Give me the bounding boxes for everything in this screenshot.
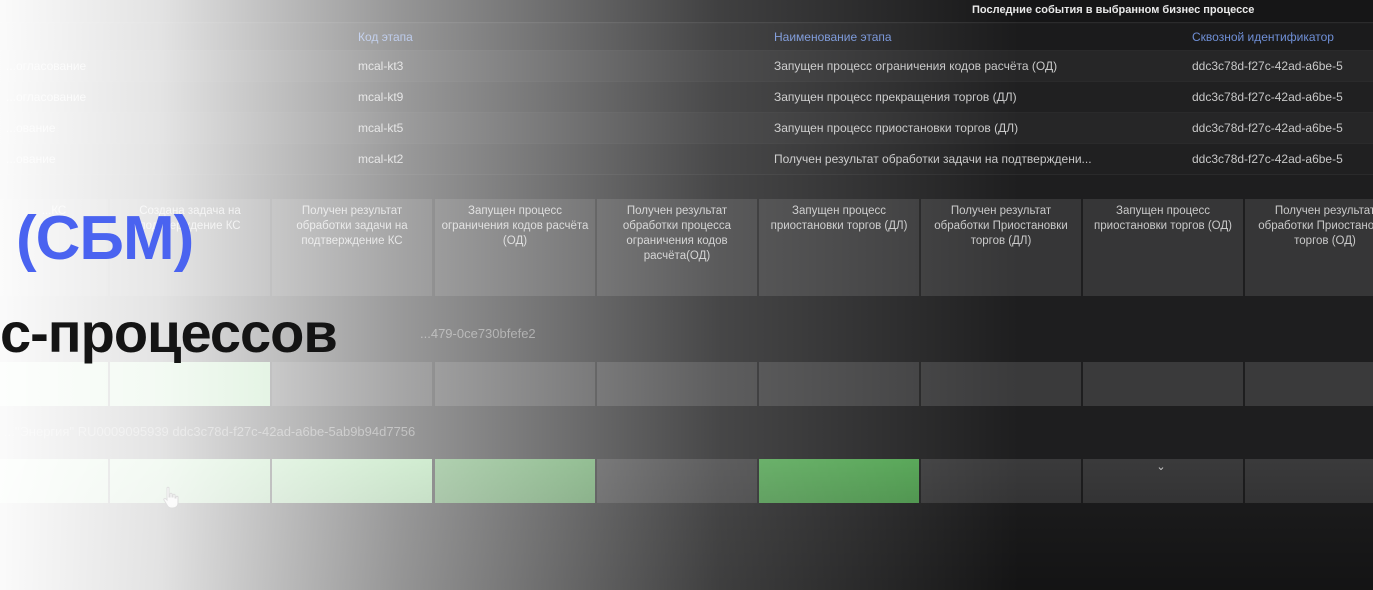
event-name-cell: Получен результат обработки задачи на по…: [768, 143, 1186, 175]
stage-cell[interactable]: [1083, 362, 1243, 406]
process-label[interactable]: ..."Энергия" RU0009095939 ddc3c78d-f27c-…: [4, 424, 415, 439]
headline-accent: (СБМ): [16, 204, 194, 273]
column-header-name[interactable]: Наименование этапа: [768, 24, 1186, 51]
stage-cell[interactable]: [921, 362, 1081, 406]
event-row[interactable]: ...огласование mcal-kt9 Запущен процесс пр…: [0, 81, 1373, 113]
stage-cell[interactable]: [110, 459, 270, 503]
event-status-cell: ...огласование: [0, 50, 352, 82]
headline-title: с-процессов: [0, 301, 338, 364]
stage-cell[interactable]: [272, 362, 432, 406]
stage-header-4[interactable]: Запущен процесс ограничения кодов расчёт…: [435, 199, 595, 296]
event-code-cell: mcal-kt9: [352, 81, 768, 113]
stage-cell[interactable]: [1245, 362, 1373, 406]
stage-cell[interactable]: [435, 362, 595, 406]
events-panel-title: Последние события в выбранном бизнес про…: [972, 4, 1255, 16]
event-name-cell: Запущен процесс прекращения торгов (ДЛ): [768, 81, 1186, 113]
process-row: [0, 362, 1373, 408]
event-row[interactable]: ...ование mcal-kt2 Получен результат обраб…: [0, 143, 1373, 175]
stage-header-8[interactable]: Запущен процесс приостановки торгов (ОД): [1083, 199, 1243, 296]
event-id-cell: ddc3c78d-f27c-42ad-a6be-5: [1186, 81, 1373, 113]
stage-cell[interactable]: [435, 459, 595, 503]
event-row[interactable]: ...огласование mcal-kt3 Запущен процесс ог…: [0, 50, 1373, 82]
stage-cell[interactable]: [110, 362, 270, 406]
chevron-down-icon[interactable]: ⌄: [1155, 462, 1167, 473]
stage-header-9[interactable]: Получен результат обработки Приостановки…: [1245, 199, 1373, 296]
event-id-cell: ddc3c78d-f27c-42ad-a6be-5: [1186, 143, 1373, 175]
stage-header-row: ...КС Создана задача на подтверждение КС П…: [0, 199, 1373, 298]
events-table-header-row: Код этапа Наименование этапа Сквозной ид…: [0, 24, 1373, 51]
event-row[interactable]: ...ование mcal-kt5 Запущен процесс приоста…: [0, 112, 1373, 144]
process-row: [0, 459, 1373, 505]
event-code-cell: mcal-kt5: [352, 112, 768, 144]
process-label[interactable]: ...479-0ce730bfefe2: [420, 326, 536, 341]
events-panel-header: Последние события в выбранном бизнес про…: [0, 0, 1373, 23]
stage-header-7[interactable]: Получен результат обработки Приостановки…: [921, 199, 1081, 296]
column-header-status: [0, 24, 352, 51]
stage-header-3[interactable]: Получен результат обработки задачи на по…: [272, 199, 432, 296]
event-id-cell: ddc3c78d-f27c-42ad-a6be-5: [1186, 112, 1373, 144]
event-status-cell: ...огласование: [0, 81, 352, 113]
stage-cell[interactable]: [759, 459, 919, 503]
event-code-cell: mcal-kt2: [352, 143, 768, 175]
column-header-code[interactable]: Код этапа: [352, 24, 768, 51]
event-code-cell: mcal-kt3: [352, 50, 768, 82]
stage-cell[interactable]: [597, 459, 757, 503]
stage-cell[interactable]: [0, 362, 108, 406]
event-status-cell: ...ование: [0, 112, 352, 144]
stage-header-6[interactable]: Запущен процесс приостановки торгов (ДЛ): [759, 199, 919, 296]
stage-cell[interactable]: [759, 362, 919, 406]
event-name-cell: Запущен процесс приостановки торгов (ДЛ): [768, 112, 1186, 144]
app-window: Последние события в выбранном бизнес про…: [0, 0, 1373, 590]
column-header-id[interactable]: Сквозной идентификатор: [1186, 24, 1373, 51]
stage-cell[interactable]: [272, 459, 432, 503]
stage-header-5[interactable]: Получен результат обработки процесса огр…: [597, 199, 757, 296]
stage-cell[interactable]: [1245, 459, 1373, 503]
stage-cell[interactable]: [0, 459, 108, 503]
events-table: Код этапа Наименование этапа Сквозной ид…: [0, 24, 1373, 175]
stage-cell[interactable]: [597, 362, 757, 406]
event-name-cell: Запущен процесс ограничения кодов расчёт…: [768, 50, 1186, 82]
event-status-cell: ...ование: [0, 143, 352, 175]
event-id-cell: ddc3c78d-f27c-42ad-a6be-5: [1186, 50, 1373, 82]
hand-cursor-icon: [163, 486, 179, 509]
stage-cell[interactable]: [921, 459, 1081, 503]
